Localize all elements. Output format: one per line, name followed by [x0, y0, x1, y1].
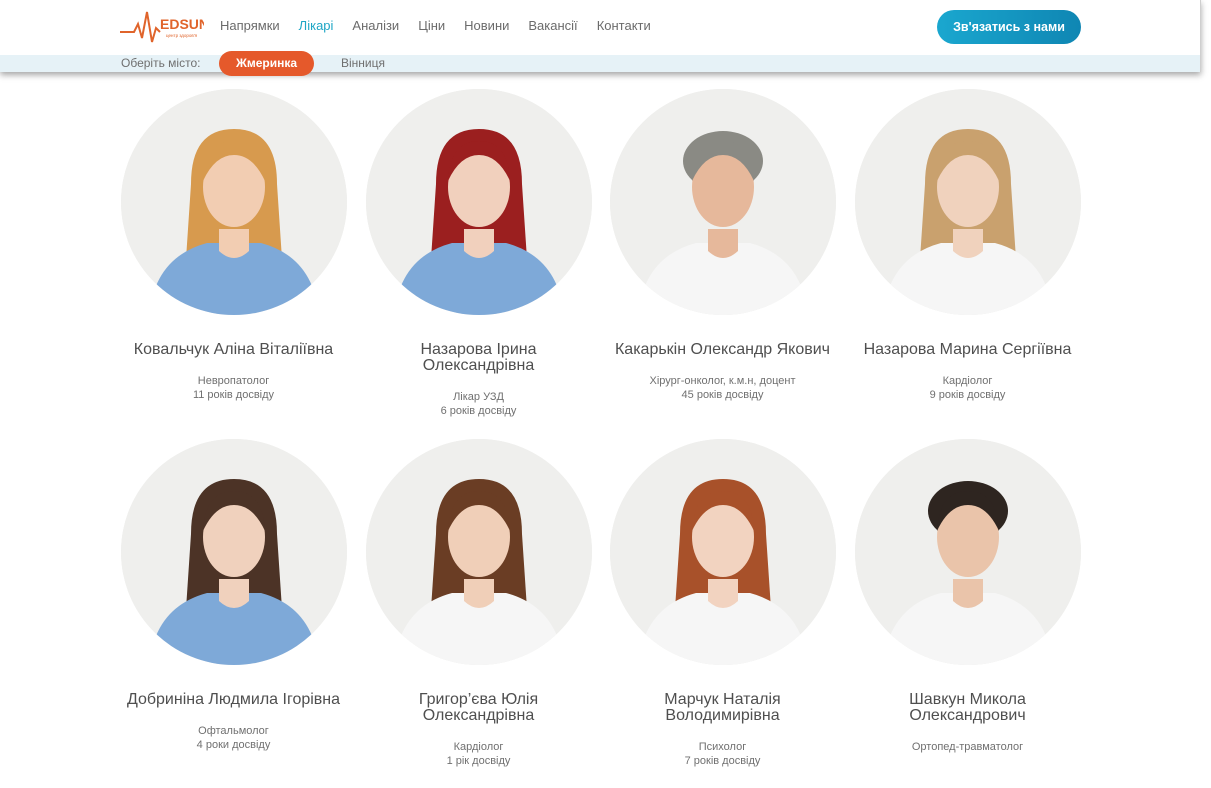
nav-item-prices[interactable]: Ціни: [418, 18, 445, 33]
doctor-portrait: [365, 89, 592, 315]
doctor-photo[interactable]: [120, 439, 347, 665]
doctor-name[interactable]: Назарова Ірина Олександрівна: [356, 342, 601, 374]
doctor-specialty: Психолог: [698, 741, 747, 753]
doctor-portrait: [854, 89, 1081, 315]
doctor-card[interactable]: Марчук Наталія Володимирівна Психолог 7 …: [600, 439, 845, 768]
nav-item-analyses[interactable]: Аналізи: [352, 18, 399, 33]
doctor-card[interactable]: Григор’єва Юлія Олександрівна Кардіолог …: [356, 439, 601, 768]
doctor-portrait: [120, 89, 347, 315]
nav-item-contacts[interactable]: Контакти: [597, 18, 651, 33]
doctor-experience: 9 років досвіду: [929, 389, 1006, 401]
nav-item-directions[interactable]: Напрямки: [220, 18, 280, 33]
main-nav: Напрямки Лікарі Аналізи Ціни Новини Вака…: [220, 18, 670, 33]
doctor-portrait: [120, 439, 347, 665]
doctor-card[interactable]: Назарова Ірина Олександрівна Лікар УЗД 6…: [356, 89, 601, 418]
city-option[interactable]: Вінниця: [341, 56, 385, 70]
doctor-card[interactable]: Назарова Марина Сергіївна Кардіолог 9 ро…: [845, 89, 1090, 402]
doctor-specialty: Кардіолог: [453, 741, 504, 753]
doctor-experience: 45 років досвіду: [681, 389, 764, 401]
doctor-photo[interactable]: [854, 439, 1081, 665]
doctor-portrait: [365, 439, 592, 665]
city-option-selected[interactable]: Жмеринка: [219, 51, 314, 76]
doctor-photo[interactable]: [365, 439, 592, 665]
doctor-portrait: [609, 439, 836, 665]
brand-tagline: центр здоров'я: [166, 33, 198, 38]
doctor-specialty: Ортопед-травматолог: [911, 741, 1024, 753]
doctor-experience: 7 років досвіду: [684, 755, 761, 767]
doctor-specialty: Лікар УЗД: [453, 391, 504, 403]
doctor-card[interactable]: Добриніна Людмила Ігорівна Офтальмолог 4…: [111, 439, 356, 752]
doctor-experience: 11 років досвіду: [192, 389, 275, 401]
doctor-specialty: Хірург-онколог, к.м.н, доцент: [649, 375, 796, 387]
doctor-specialty: Офтальмолог: [198, 725, 269, 737]
brand-name: EDSUN: [160, 16, 204, 32]
doctor-portrait: [854, 439, 1081, 665]
doctor-photo[interactable]: [609, 89, 836, 315]
heartbeat-logo-icon: EDSUN центр здоров'я: [120, 11, 204, 43]
nav-item-vacancies[interactable]: Вакансії: [528, 18, 577, 33]
doctor-photo[interactable]: [609, 439, 836, 665]
doctor-name[interactable]: Шавкун Микола Олександрович: [845, 692, 1090, 724]
header-row: EDSUN центр здоров'я Напрямки Лікарі Ана…: [0, 0, 1200, 55]
doctor-name[interactable]: Ковальчук Аліна Віталіївна: [111, 342, 356, 358]
doctor-photo[interactable]: [365, 89, 592, 315]
city-selector: Оберіть місто: Жмеринка Вінниця: [0, 51, 1200, 76]
doctor-photo[interactable]: [854, 89, 1081, 315]
doctor-name[interactable]: Какарькін Олександр Якович: [600, 342, 845, 358]
doctor-experience: 4 роки досвіду: [196, 739, 271, 751]
doctor-experience: 1 рік досвіду: [446, 755, 511, 767]
city-selector-label: Оберіть місто:: [121, 56, 201, 70]
contact-us-button[interactable]: Зв'язатись з нами: [937, 10, 1081, 44]
doctor-photo[interactable]: [120, 89, 347, 315]
doctor-name[interactable]: Назарова Марина Сергіївна: [845, 342, 1090, 358]
doctor-name[interactable]: Марчук Наталія Володимирівна: [600, 692, 845, 724]
nav-item-news[interactable]: Новини: [464, 18, 509, 33]
doctor-card[interactable]: Ковальчук Аліна Віталіївна Невропатолог …: [111, 89, 356, 402]
site-header: EDSUN центр здоров'я Напрямки Лікарі Ана…: [0, 0, 1201, 76]
nav-item-doctors[interactable]: Лікарі: [299, 18, 334, 33]
doctor-name[interactable]: Добриніна Людмила Ігорівна: [111, 692, 356, 708]
doctor-experience: 6 років досвіду: [440, 405, 517, 417]
brand-logo[interactable]: EDSUN центр здоров'я: [120, 6, 204, 48]
doctor-specialty: Кардіолог: [942, 375, 993, 387]
doctor-card[interactable]: Шавкун Микола Олександрович Ортопед-трав…: [845, 439, 1090, 754]
doctor-portrait: [609, 89, 836, 315]
doctor-name[interactable]: Григор’єва Юлія Олександрівна: [356, 692, 601, 724]
doctor-specialty: Невропатолог: [197, 375, 270, 387]
doctor-card[interactable]: Какарькін Олександр Якович Хірург-онколо…: [600, 89, 845, 402]
